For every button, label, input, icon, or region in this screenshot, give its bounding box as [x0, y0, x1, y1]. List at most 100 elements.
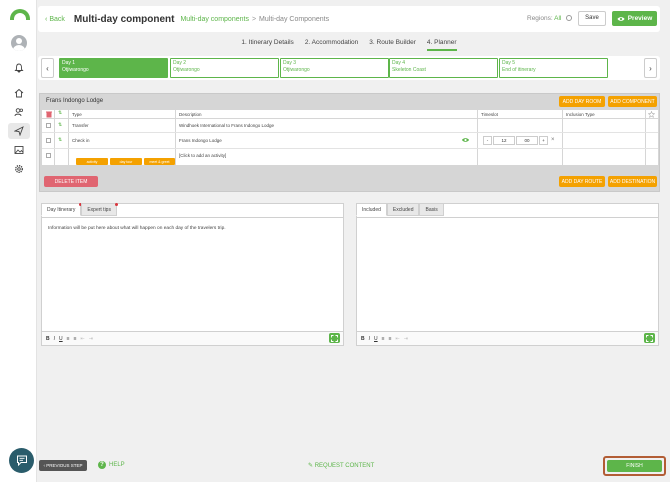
time-remove-icon[interactable]: ×	[551, 137, 555, 143]
time-decrement-button[interactable]: -	[483, 136, 492, 145]
bullet-list-icon[interactable]: ≡	[389, 336, 392, 342]
row-checkbox[interactable]	[46, 153, 51, 158]
previous-step-button[interactable]: ‹ PREVIOUS STEP	[39, 460, 87, 471]
add-component-button[interactable]: ADD COMPONENT	[608, 96, 657, 107]
day-place: Otjiwarongo	[283, 66, 310, 73]
drag-handle-icon[interactable]: ⇅	[58, 122, 62, 128]
prev-day-button[interactable]: ‹	[41, 58, 54, 78]
expand-icon	[646, 334, 653, 342]
tab-excluded[interactable]: Excluded	[386, 203, 420, 216]
delete-item-button[interactable]: DELETE ITEM	[44, 176, 98, 187]
tab-label: Day Itinerary	[47, 207, 76, 213]
row-type: Check in	[72, 138, 90, 143]
breadcrumb-current: Multi-day Components	[259, 15, 330, 23]
home-icon[interactable]	[12, 86, 26, 100]
notification-dot	[114, 203, 118, 206]
chevron-right-icon: ›	[649, 63, 652, 73]
outdent-icon[interactable]: ⇤	[395, 336, 399, 342]
regions-label: Regions:	[527, 15, 553, 22]
add-destination-button[interactable]: ADD DESTINATION	[608, 176, 657, 187]
chevron-left-icon: ‹	[46, 63, 49, 73]
chat-icon	[16, 455, 27, 466]
finish-highlight: FINISH	[603, 456, 666, 476]
ordered-list-icon[interactable]: ≡	[382, 336, 385, 342]
step-planner[interactable]: 4. Planner	[426, 36, 457, 51]
underline-button[interactable]: U	[374, 336, 378, 342]
time-increment-button[interactable]: +	[539, 136, 548, 145]
star-icon[interactable]	[648, 111, 655, 118]
italic-button[interactable]: I	[369, 336, 370, 342]
tab-basis[interactable]: Basis	[419, 203, 444, 216]
header-bar: ‹ Back Multi-day component Multi-day com…	[38, 6, 660, 32]
step-accommodation[interactable]: 2. Accommodation	[305, 36, 358, 51]
tab-day-itinerary[interactable]: Day Itinerary	[41, 203, 83, 216]
add-activity-button[interactable]: activity	[76, 158, 108, 165]
gear-icon[interactable]	[12, 162, 26, 176]
tab-expert-tips[interactable]: Expert tips	[81, 203, 118, 216]
add-day-tour-button[interactable]: day tour	[110, 158, 142, 165]
trash-icon[interactable]	[46, 111, 52, 118]
add-day-room-button[interactable]: ADD DAY ROOM	[559, 96, 605, 107]
day-tab-5[interactable]: Day 5 End of itinerary	[499, 58, 608, 78]
eye-icon[interactable]	[461, 137, 470, 143]
day-itinerary-text[interactable]: Information will be put here about what …	[42, 217, 343, 331]
step-itinerary-details[interactable]: 1. Itinerary Details	[241, 36, 293, 51]
fullscreen-button[interactable]	[644, 333, 655, 343]
bold-button[interactable]: B	[46, 336, 50, 342]
sort-icon[interactable]: ⇅	[58, 110, 62, 116]
day-tab-4[interactable]: Day 4 Skeleton Coast	[389, 58, 498, 78]
footer-bar: ‹ PREVIOUS STEP ? HELP ✎ REQUEST CONTENT…	[38, 455, 666, 477]
expand-icon	[331, 334, 338, 342]
next-day-button[interactable]: ›	[644, 58, 657, 78]
column-header-inclusion-type: Inclusion Type	[566, 112, 595, 117]
tab-included[interactable]: Included	[356, 203, 387, 216]
day-place: Otjiwarongo	[62, 66, 89, 73]
back-link[interactable]: ‹ Back	[45, 16, 65, 23]
add-day-route-button[interactable]: ADD DAY ROUTE	[559, 176, 605, 187]
avatar[interactable]	[11, 35, 27, 51]
inclusions-editor: B I U ≡ ≡ ⇤ ⇥	[356, 203, 659, 346]
bell-icon[interactable]	[12, 61, 26, 75]
indent-icon[interactable]: ⇥	[404, 336, 408, 342]
bold-button[interactable]: B	[361, 336, 365, 342]
request-content-link[interactable]: ✎ REQUEST CONTENT	[308, 462, 374, 469]
day-tab-3[interactable]: Day 3 Otjiwarongo	[280, 58, 389, 78]
day-itinerary-editor: Information will be put here about what …	[41, 203, 344, 346]
day-tab-1[interactable]: Day 1 Otjiwarongo	[59, 58, 168, 78]
breadcrumb-link[interactable]: Multi-day components	[180, 16, 248, 23]
indent-icon[interactable]: ⇥	[89, 336, 93, 342]
outdent-icon[interactable]: ⇤	[80, 336, 84, 342]
preview-button[interactable]: Preview	[612, 11, 657, 26]
time-minute-input[interactable]: 00	[516, 136, 538, 145]
row-checkbox[interactable]	[46, 123, 51, 128]
row-checkbox[interactable]	[46, 138, 51, 143]
row-description: Windhoek International to Frans Indongo …	[179, 123, 275, 128]
step-route-builder[interactable]: 3. Route Builder	[369, 36, 416, 51]
image-icon[interactable]	[12, 143, 26, 157]
underline-button[interactable]: U	[59, 336, 63, 342]
day-selector: ‹ Day 1 Otjiwarongo Day 2 Otjiwarongo Da…	[38, 56, 660, 80]
send-icon[interactable]	[8, 123, 30, 139]
help-label: HELP	[109, 462, 125, 468]
save-button[interactable]: Save	[578, 11, 606, 26]
day-tab-2[interactable]: Day 2 Otjiwarongo	[170, 58, 279, 78]
finish-button[interactable]: FINISH	[607, 460, 662, 472]
italic-button[interactable]: I	[54, 336, 55, 342]
time-hour-input[interactable]: 12	[493, 136, 515, 145]
fullscreen-button[interactable]	[329, 333, 340, 343]
regions-filter[interactable]: Regions: All	[527, 15, 573, 22]
chevron-left-icon: ‹	[45, 15, 48, 23]
planner-table: ⇅ Type Description Timeslot Inclusion Ty…	[42, 110, 658, 165]
column-header-type: Type	[72, 112, 82, 117]
right-editor-tabs: Included Excluded Basis	[356, 203, 444, 216]
add-activity-link[interactable]: [Click to add an activity]	[179, 153, 226, 158]
users-icon[interactable]	[12, 105, 26, 119]
drag-handle-icon[interactable]: ⇅	[58, 137, 62, 143]
help-link[interactable]: ? HELP	[98, 461, 125, 469]
regions-value: All	[554, 15, 562, 22]
ordered-list-icon[interactable]: ≡	[67, 336, 70, 342]
bullet-list-icon[interactable]: ≡	[74, 336, 77, 342]
inclusions-text[interactable]	[357, 217, 658, 331]
add-meet-greet-button[interactable]: meet & greet	[144, 158, 175, 165]
chat-button[interactable]	[9, 448, 34, 473]
